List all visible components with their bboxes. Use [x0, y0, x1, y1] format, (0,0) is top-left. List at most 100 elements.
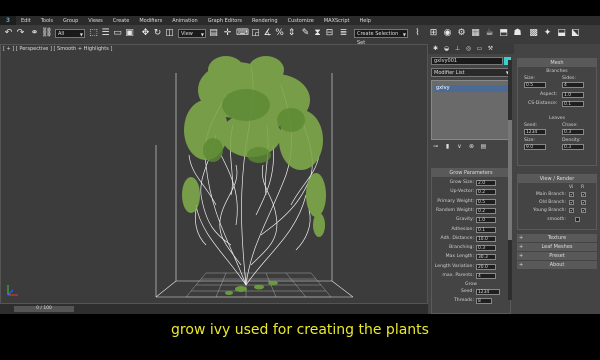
align-icon[interactable]: ⊟ — [324, 28, 335, 39]
density-spinner[interactable]: 0.3 — [562, 144, 584, 150]
branch-sides-spinner[interactable]: 4 — [562, 82, 584, 88]
seed-spinner[interactable]: 1234 — [476, 289, 500, 295]
main-branch-render-checkbox[interactable]: ✔ — [581, 192, 586, 197]
menu-create[interactable]: Create — [108, 18, 135, 24]
menu-help[interactable]: Help — [355, 18, 376, 24]
hierarchy-tab-icon[interactable]: ⊥ — [453, 45, 462, 53]
grow-param-spinner[interactable]: 0.3 — [476, 245, 496, 252]
pin-stack-icon[interactable]: ⊸ — [431, 143, 440, 151]
rotate-icon[interactable]: ↻ — [152, 28, 163, 39]
grow-param-spinner[interactable]: 2.0 — [476, 180, 496, 186]
aspect-spinner[interactable]: 1.0 — [562, 92, 584, 98]
select-object-icon[interactable]: ⬚ — [88, 28, 99, 39]
grow-param-spinner[interactable]: 1.0 — [476, 217, 496, 224]
modify-tab-icon[interactable]: ◒ — [442, 45, 451, 53]
menu-rendering[interactable]: Rendering — [247, 18, 283, 24]
time-slider[interactable]: 0 / 100 — [14, 306, 74, 312]
curve-editor-icon[interactable]: ⌇ — [412, 28, 423, 39]
viewport-label[interactable]: [ + ] [ Perspective ] [ Smooth + Highlig… — [3, 46, 112, 52]
mesh-header[interactable]: Mesh — [518, 59, 596, 67]
configure-modifier-sets-icon[interactable]: ▤ — [479, 143, 488, 151]
angle-snap-icon[interactable]: ∡ — [262, 28, 273, 39]
old-branch-render-checkbox[interactable]: ✔ — [581, 200, 586, 205]
show-end-result-icon[interactable]: ▮ — [443, 143, 452, 151]
undo-icon[interactable]: ↶ — [3, 28, 14, 39]
texture-rollout[interactable]: + Texture — [517, 234, 597, 242]
render-icon[interactable]: ⬒ — [498, 28, 509, 39]
grow-param-spinner[interactable]: 0.5 — [476, 198, 496, 205]
window-crossing-icon[interactable]: ▣ — [124, 28, 135, 39]
grow-param-spinner[interactable]: 4 — [476, 273, 496, 279]
menu-graph-editors[interactable]: Graph Editors — [203, 18, 247, 24]
main-branch-view-checkbox[interactable]: ✔ — [569, 192, 574, 197]
named-selection-dropdown[interactable]: Create Selection Set — [354, 29, 408, 46]
pivot-icon[interactable]: ▤ — [208, 28, 219, 39]
cs-distance-spinner[interactable]: 0.1 — [562, 101, 584, 107]
leaves-seed-spinner[interactable]: 1234 — [524, 129, 546, 135]
scrollbar-thumb[interactable] — [508, 120, 512, 240]
perspective-viewport[interactable]: [ + ] [ Perspective ] [ Smooth + Highlig… — [0, 44, 428, 304]
teapot-icon[interactable]: ☗ — [512, 28, 523, 39]
reference-coordinate-dropdown[interactable]: View — [178, 29, 206, 39]
render-to-texture-icon[interactable]: ⬓ — [556, 28, 567, 39]
modifier-list-dropdown[interactable]: Modifier List — [431, 68, 511, 77]
menu-animation[interactable]: Animation — [167, 18, 203, 24]
make-unique-icon[interactable]: ∨ — [455, 143, 464, 151]
grow-param-spinner[interactable]: 0.2 — [476, 189, 496, 196]
grow-param-spinner[interactable]: 20.0 — [476, 263, 496, 270]
menu-customize[interactable]: Customize — [283, 18, 319, 24]
edit-named-selection-icon[interactable]: ✎ — [300, 28, 311, 39]
scale-icon[interactable]: ◫ — [164, 28, 175, 39]
remove-modifier-icon[interactable]: ⊗ — [467, 143, 476, 151]
threads-spinner[interactable]: 8 — [476, 298, 492, 304]
grow-param-spinner[interactable]: 10.0 — [476, 235, 496, 242]
rectangle-selection-icon[interactable]: ▭ — [112, 28, 123, 39]
menu-views[interactable]: Views — [83, 18, 107, 24]
utilities-tab-icon[interactable]: ⚒ — [486, 45, 495, 53]
command-panel-scrollbar[interactable] — [508, 60, 512, 300]
view-render-header[interactable]: View / Render — [518, 175, 596, 183]
grow-param-spinner[interactable]: 0.2 — [476, 207, 496, 214]
young-branch-render-checkbox[interactable]: ✔ — [581, 208, 586, 213]
mirror-icon[interactable]: ⧗ — [312, 28, 323, 39]
young-branch-view-checkbox[interactable]: ✔ — [569, 208, 574, 213]
select-manipulate-icon[interactable]: ✛ — [222, 28, 233, 39]
create-tab-icon[interactable]: ✱ — [431, 45, 440, 53]
menu-modifiers[interactable]: Modifiers — [134, 18, 167, 24]
environment-icon[interactable]: ▩ — [528, 28, 539, 39]
smooth-checkbox[interactable] — [575, 217, 580, 222]
unlink-icon[interactable]: ⛓ — [41, 28, 52, 39]
chase-spinner[interactable]: 0.3 — [562, 129, 584, 135]
grow-param-spinner[interactable]: 0.1 — [476, 226, 496, 233]
motion-tab-icon[interactable]: ◎ — [464, 45, 473, 53]
redo-icon[interactable]: ↷ — [15, 28, 26, 39]
object-name-field[interactable]: gxIvy001 — [431, 57, 503, 65]
old-branch-view-checkbox[interactable]: ✔ — [569, 200, 574, 205]
render-frame-icon[interactable]: ▦ — [470, 28, 481, 39]
selection-filter-dropdown[interactable]: All — [55, 29, 85, 39]
snap-toggle-icon[interactable]: ◲ — [250, 28, 261, 39]
leaf-meshes-rollout[interactable]: + Leaf Meshes — [517, 243, 597, 251]
grow-parameters-header[interactable]: Grow Parameters — [432, 169, 510, 177]
preset-rollout[interactable]: + Preset — [517, 252, 597, 260]
quick-render-icon[interactable]: ⬕ — [570, 28, 581, 39]
render-setup-icon[interactable]: ⚙ — [456, 28, 467, 39]
keyboard-shortcut-icon[interactable]: ⌨ — [236, 28, 249, 39]
percent-snap-icon[interactable]: % — [274, 28, 285, 39]
leaves-size-spinner[interactable]: 9.0 — [524, 144, 546, 150]
display-tab-icon[interactable]: ▭ — [475, 45, 484, 53]
about-rollout[interactable]: + About — [517, 261, 597, 269]
menu-edit[interactable]: Edit — [16, 18, 36, 24]
layer-icon[interactable]: ≣ — [338, 28, 349, 39]
select-by-name-icon[interactable]: ☰ — [100, 28, 111, 39]
schematic-view-icon[interactable]: ⊞ — [428, 28, 439, 39]
stack-item-gxivy[interactable]: gxIvy — [434, 85, 508, 92]
branch-size-spinner[interactable]: 0.5 — [524, 82, 546, 88]
move-icon[interactable]: ✥ — [140, 28, 151, 39]
menu-group[interactable]: Group — [58, 18, 83, 24]
effects-icon[interactable]: ✦ — [542, 28, 553, 39]
link-icon[interactable]: ⚭ — [29, 28, 40, 39]
render-production-icon[interactable]: ☕ — [484, 28, 495, 39]
menu-tools[interactable]: Tools — [36, 18, 58, 24]
spinner-snap-icon[interactable]: ⇕ — [286, 28, 297, 39]
